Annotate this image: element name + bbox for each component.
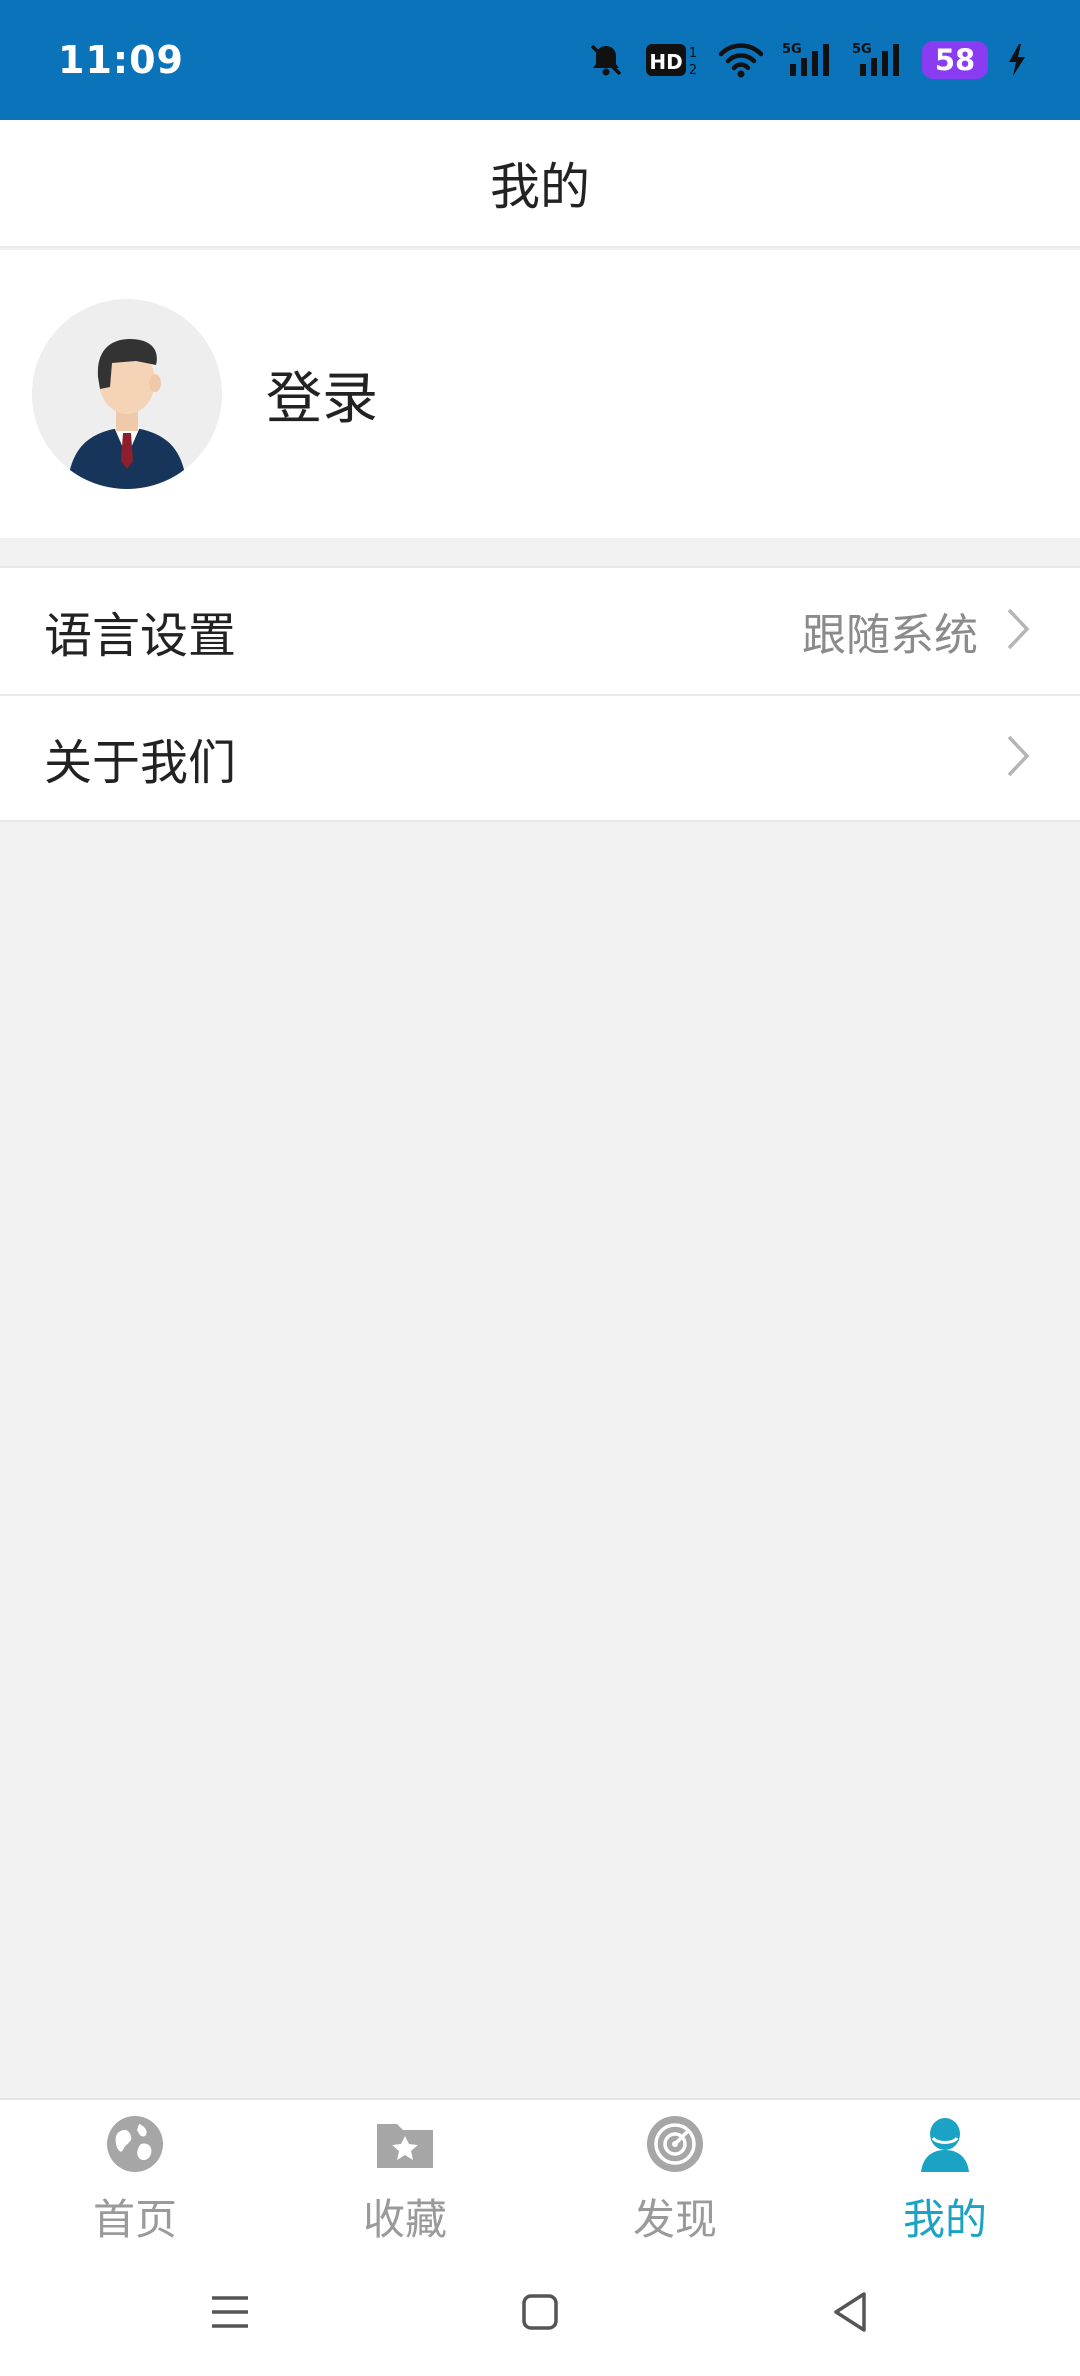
- signal-5g-icon: 5G: [782, 40, 834, 80]
- menu-item-value: 跟随系统: [802, 610, 978, 661]
- menu-item-right: 跟随系统: [802, 599, 1030, 663]
- menu-item-language[interactable]: 语言设置 跟随系统: [0, 568, 1080, 694]
- radar-icon: [645, 2114, 705, 2178]
- system-nav-bar: [0, 2248, 1080, 2376]
- tab-discover[interactable]: 发现: [540, 2100, 810, 2248]
- svg-text:2: 2: [689, 63, 697, 78]
- title-bar: 我的: [0, 120, 1080, 248]
- tab-label: 发现: [632, 2195, 717, 2244]
- user-avatar-icon[interactable]: [32, 299, 222, 489]
- menu-item-label: 语言设置: [44, 608, 237, 664]
- status-time: 11:09: [58, 38, 184, 82]
- charging-icon: [1006, 40, 1028, 80]
- tab-label: 收藏: [362, 2195, 447, 2244]
- tab-favorites[interactable]: 收藏: [270, 2100, 540, 2248]
- back-icon[interactable]: [810, 2272, 890, 2352]
- svg-text:HD: HD: [649, 50, 682, 74]
- svg-text:5G: 5G: [782, 42, 802, 57]
- menu-item-right: [1006, 734, 1030, 782]
- signal-5g-icon: 5G: [852, 40, 904, 80]
- status-icons: HD 1 2 5G 5G 58: [586, 40, 1028, 80]
- chevron-right-icon: [1006, 607, 1030, 655]
- battery-icon: 58: [922, 41, 988, 79]
- menu-item-label: 关于我们: [44, 735, 237, 791]
- tab-label: 我的: [902, 2195, 987, 2244]
- status-bar: 11:09 HD 1 2 5G 5G 58: [0, 0, 1080, 120]
- user-icon: [915, 2114, 975, 2178]
- home-icon[interactable]: [500, 2272, 580, 2352]
- screen: 11:09 HD 1 2 5G 5G 58 我的 登录 语言设置 跟随系统 关于…: [0, 0, 1080, 2376]
- folder-star-icon: [375, 2114, 435, 2178]
- globe-icon: [105, 2114, 165, 2178]
- bottom-tab-bar: 首页 收藏 发现 我的: [0, 2098, 1080, 2248]
- chevron-right-icon: [1006, 734, 1030, 782]
- hd-icon: HD 1 2: [644, 40, 700, 80]
- page-title: 我的: [490, 158, 590, 216]
- tab-label: 首页: [92, 2195, 177, 2244]
- svg-text:1: 1: [689, 46, 697, 61]
- tab-home[interactable]: 首页: [0, 2100, 270, 2248]
- wifi-icon: [718, 40, 764, 80]
- settings-menu: 语言设置 跟随系统 关于我们: [0, 566, 1080, 822]
- tab-mine[interactable]: 我的: [810, 2100, 1080, 2248]
- profile-section[interactable]: 登录: [0, 250, 1080, 538]
- login-label[interactable]: 登录: [266, 354, 378, 435]
- menu-item-about[interactable]: 关于我们: [0, 694, 1080, 820]
- svg-text:5G: 5G: [852, 42, 872, 57]
- menu-icon[interactable]: [190, 2272, 270, 2352]
- bell-off-icon: [586, 40, 626, 80]
